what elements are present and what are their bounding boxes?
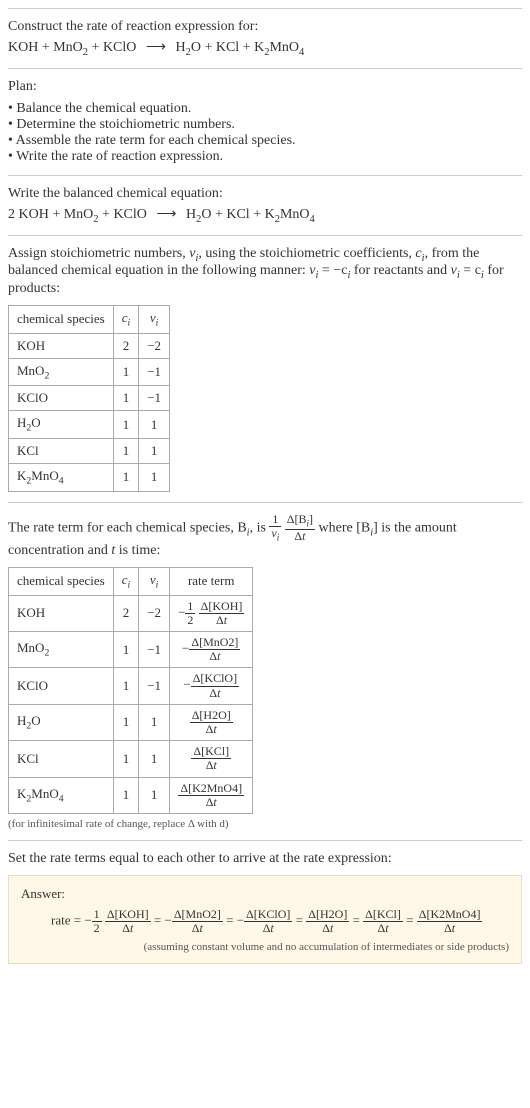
reaction-arrow-icon: ⟶	[140, 39, 172, 56]
species-cell: K2MnO4	[9, 463, 114, 491]
table-header-row: chemical species ci νi	[9, 306, 170, 334]
balanced-section: Write the balanced chemical equation: 2 …	[8, 175, 522, 235]
rateterm-cell: Δ[KCl]Δt	[170, 741, 253, 777]
prompt-text: Construct the rate of reaction expressio…	[8, 19, 522, 35]
table-row: KClO1−1 −Δ[KClO]Δt	[9, 668, 253, 704]
table-row: K2MnO411 Δ[K2MnO4]Δt	[9, 777, 253, 813]
answer-box: Answer: rate = −12 Δ[KOH]Δt = −Δ[MnO2]Δt…	[8, 875, 522, 964]
table-row: MnO21−1 −Δ[MnO2]Δt	[9, 632, 253, 668]
species-cell: MnO2	[9, 358, 114, 386]
rateterm-cell: −Δ[MnO2]Δt	[170, 632, 253, 668]
dBi-over-dt: Δ[Bi]Δt	[285, 513, 315, 543]
assumption-note: (assuming constant volume and no accumul…	[21, 941, 509, 953]
answer-label: Answer:	[21, 886, 509, 902]
species-cell: KOH	[9, 333, 114, 358]
rateterm-cell: −Δ[KClO]Δt	[170, 668, 253, 704]
plan-item: Determine the stoichiometric numbers.	[8, 117, 522, 133]
reaction-arrow-icon: ⟶	[150, 206, 182, 223]
table-row: KOH2−2 −12 Δ[KOH]Δt	[9, 595, 253, 631]
table-row: H2O11 Δ[H2O]Δt	[9, 704, 253, 740]
rateterm-text: The rate term for each chemical species,…	[8, 513, 522, 559]
table-row: MnO21−1	[9, 358, 170, 386]
col-ci: ci	[113, 306, 139, 334]
rateterm-table: chemical species ci νi rate term KOH2−2 …	[8, 567, 253, 814]
balanced-equation: 2 KOH + MnO2 + KClO ⟶ H2O + KCl + K2MnO4	[8, 206, 522, 225]
table-row: KCl11	[9, 438, 170, 463]
col-species: chemical species	[9, 568, 114, 596]
table-row: KCl11 Δ[KCl]Δt	[9, 741, 253, 777]
balanced-heading: Write the balanced chemical equation:	[8, 186, 522, 202]
rate-expression: rate = −12 Δ[KOH]Δt = −Δ[MnO2]Δt = −Δ[KC…	[21, 908, 509, 935]
rateterm-cell: −12 Δ[KOH]Δt	[170, 595, 253, 631]
unbalanced-equation: KOH + MnO2 + KClO ⟶ H2O + KCl + K2MnO4	[8, 39, 522, 58]
plan-item: Balance the chemical equation.	[8, 101, 522, 117]
rateterm-section: The rate term for each chemical species,…	[8, 502, 522, 840]
table-row: K2MnO411	[9, 463, 170, 491]
species-cell: KClO	[9, 386, 114, 411]
stoich-section: Assign stoichiometric numbers, νi, using…	[8, 235, 522, 502]
col-nui: νi	[139, 568, 170, 596]
col-species: chemical species	[9, 306, 114, 334]
species-cell: H2O	[9, 411, 114, 439]
prompt-section: Construct the rate of reaction expressio…	[8, 8, 522, 68]
plan-heading: Plan:	[8, 79, 522, 95]
stoich-table: chemical species ci νi KOH2−2 MnO21−1 KC…	[8, 305, 170, 491]
rateterm-cell: Δ[K2MnO4]Δt	[170, 777, 253, 813]
plan-section: Plan: Balance the chemical equation. Det…	[8, 68, 522, 175]
stoich-text: Assign stoichiometric numbers, νi, using…	[8, 246, 522, 298]
plan-list: Balance the chemical equation. Determine…	[8, 101, 522, 165]
table-row: H2O11	[9, 411, 170, 439]
delta-note: (for infinitesimal rate of change, repla…	[8, 818, 522, 830]
one-over-nu: 1νi	[269, 513, 281, 543]
plan-item: Write the rate of reaction expression.	[8, 149, 522, 165]
rateexpr-heading: Set the rate terms equal to each other t…	[8, 851, 522, 867]
plan-item: Assemble the rate term for each chemical…	[8, 133, 522, 149]
table-row: KClO1−1	[9, 386, 170, 411]
table-header-row: chemical species ci νi rate term	[9, 568, 253, 596]
species-cell: KCl	[9, 438, 114, 463]
rateexpr-section: Set the rate terms equal to each other t…	[8, 840, 522, 974]
eq-lhs: KOH + MnO2 + KClO	[8, 40, 140, 55]
table-row: KOH2−2	[9, 333, 170, 358]
rateterm-cell: Δ[H2O]Δt	[170, 704, 253, 740]
eq-rhs: H2O + KCl + K2MnO4	[175, 40, 304, 55]
col-rateterm: rate term	[170, 568, 253, 596]
col-nui: νi	[139, 306, 170, 334]
col-ci: ci	[113, 568, 139, 596]
